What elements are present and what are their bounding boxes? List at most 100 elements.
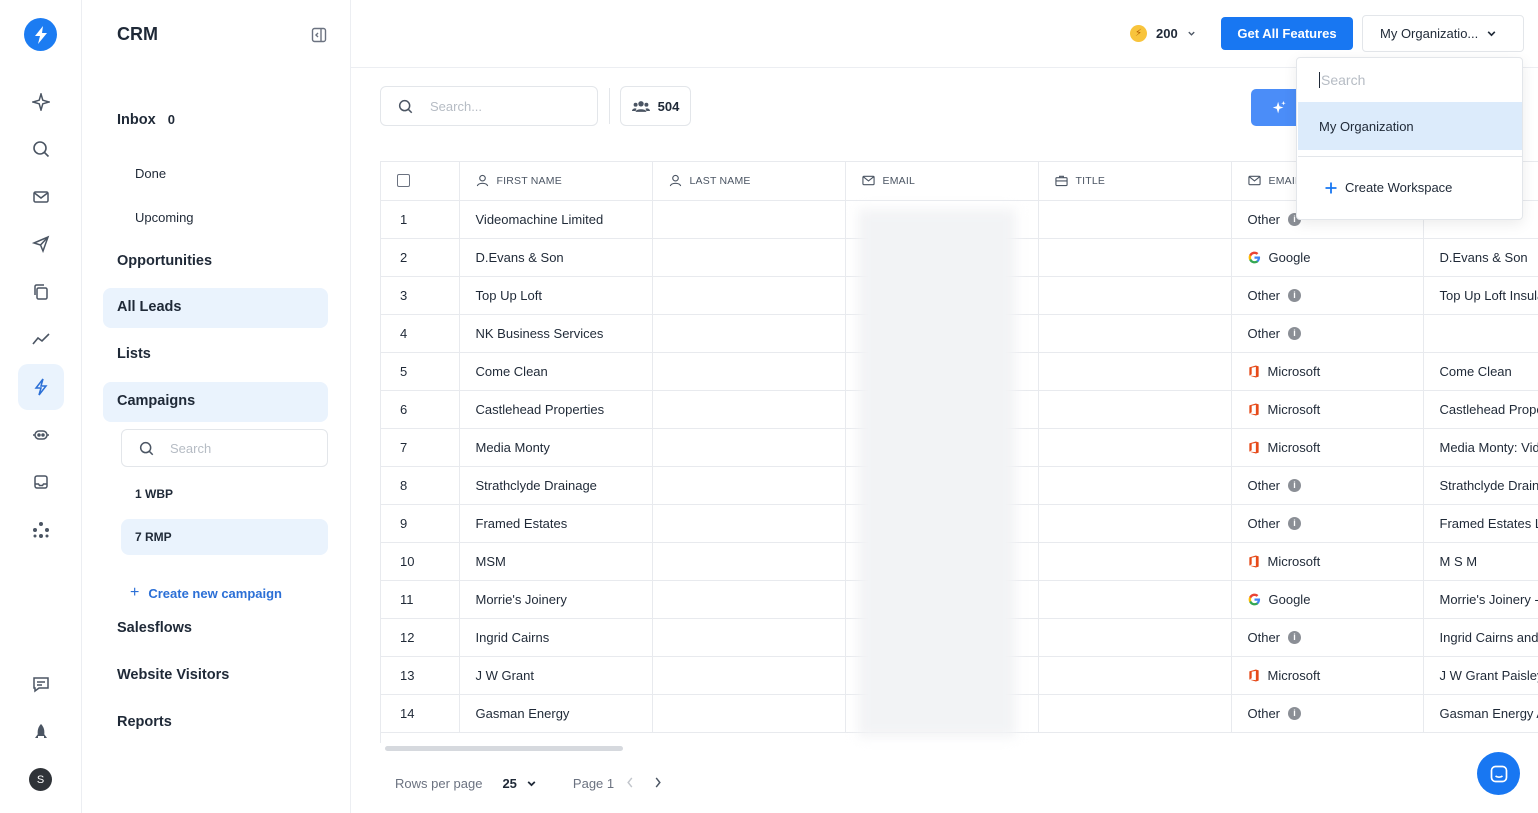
email-provider-cell[interactable]: Microsoft [1231,428,1424,467]
last-name-cell[interactable] [652,656,846,695]
info-icon[interactable]: i [1288,326,1302,340]
sidebar-item-inbox[interactable]: Inbox 0 [117,112,175,128]
select-all-checkbox[interactable] [397,174,410,188]
send-icon[interactable] [18,221,64,267]
collapse-sidebar-icon[interactable] [311,27,327,43]
last-name-cell[interactable] [652,618,846,657]
last-name-cell[interactable] [652,466,846,505]
title-cell[interactable] [1038,694,1232,733]
last-name-cell[interactable] [652,314,846,353]
title-cell[interactable] [1038,314,1232,353]
last-name-cell[interactable] [652,238,846,277]
rocket-icon[interactable] [18,709,64,755]
title-cell[interactable] [1038,466,1232,505]
first-name-cell[interactable]: Ingrid Cairns [459,618,653,657]
company-cell[interactable]: D.Evans & Son [1423,238,1538,277]
last-name-cell[interactable] [652,542,846,581]
previous-page-button[interactable] [626,776,634,791]
avatar[interactable]: S [29,768,52,791]
first-name-cell[interactable]: Castlehead Properties [459,390,653,429]
first-name-cell[interactable]: J W Grant [459,656,653,695]
info-icon[interactable]: i [1288,478,1302,492]
horizontal-scrollbar[interactable] [385,746,623,751]
column-header-email[interactable]: EMAIL [845,162,1039,201]
column-header-title[interactable]: TITLE [1038,162,1232,201]
column-header-last-name[interactable]: LAST NAME [652,162,846,201]
organization-select[interactable]: My Organizatio... [1362,15,1524,52]
first-name-cell[interactable]: Come Clean [459,352,653,391]
first-name-cell[interactable]: Videomachine Limited [459,200,653,239]
company-cell[interactable]: M S M [1423,542,1538,581]
first-name-cell[interactable]: Morrie's Joinery [459,580,653,619]
feedback-icon[interactable] [18,661,64,707]
first-name-cell[interactable]: Framed Estates [459,504,653,543]
title-cell[interactable] [1038,200,1232,239]
campaign-item-rmp[interactable]: 7 RMP [135,530,172,544]
chat-support-button[interactable] [1477,752,1520,795]
email-provider-cell[interactable]: Microsoft [1231,390,1424,429]
company-cell[interactable]: Ingrid Cairns and [1423,618,1538,657]
first-name-cell[interactable]: Top Up Loft [459,276,653,315]
info-icon[interactable]: i [1288,630,1302,644]
campaign-search-input[interactable]: Search [121,429,328,467]
company-cell[interactable]: J W Grant Paisley [1423,656,1538,695]
company-cell[interactable]: Top Up Loft Insula [1423,276,1538,315]
company-cell[interactable]: Gasman Energy A [1423,694,1538,733]
create-campaign-link[interactable]: + Create new campaign [130,584,282,602]
logo-bolt-icon[interactable] [24,18,57,51]
title-cell[interactable] [1038,618,1232,657]
last-name-cell[interactable] [652,504,846,543]
rows-per-page-select[interactable]: 25 [502,776,536,791]
sidebar-item-campaigns[interactable]: Campaigns [117,393,195,409]
last-name-cell[interactable] [652,352,846,391]
company-cell[interactable]: Morrie's Joinery - [1423,580,1538,619]
email-provider-cell[interactable]: Microsoft [1231,352,1424,391]
create-workspace-button[interactable]: Create Workspace [1325,180,1452,195]
title-cell[interactable] [1038,352,1232,391]
company-cell[interactable]: Strathclyde Drain [1423,466,1538,505]
last-name-cell[interactable] [652,390,846,429]
last-name-cell[interactable] [652,200,846,239]
sparkle-icon[interactable] [18,79,64,125]
bolt-icon[interactable] [18,364,64,410]
email-provider-cell[interactable]: Other i [1231,694,1424,733]
first-name-cell[interactable]: Media Monty [459,428,653,467]
info-icon[interactable]: i [1288,516,1302,530]
last-name-cell[interactable] [652,694,846,733]
email-provider-cell[interactable]: Google [1231,238,1424,277]
sidebar-item-upcoming[interactable]: Upcoming [135,210,194,225]
email-provider-cell[interactable]: Microsoft [1231,542,1424,581]
trend-icon[interactable] [18,316,64,362]
robot-icon[interactable] [18,411,64,457]
inbox-icon[interactable] [18,459,64,505]
company-cell[interactable]: Come Clean [1423,352,1538,391]
first-name-cell[interactable]: Strathclyde Drainage [459,466,653,505]
sidebar-item-lists[interactable]: Lists [117,346,151,362]
credits-menu[interactable]: ⚡ 200 [1130,25,1196,42]
lead-count-badge[interactable]: 504 [620,86,691,126]
sidebar-item-reports[interactable]: Reports [117,714,172,730]
info-icon[interactable]: i [1288,288,1302,302]
mail-icon[interactable] [18,174,64,220]
organization-search-input[interactable]: Search [1319,72,1365,88]
sidebar-item-all-leads[interactable]: All Leads [117,299,181,315]
title-cell[interactable] [1038,276,1232,315]
first-name-cell[interactable]: D.Evans & Son [459,238,653,277]
get-all-features-button[interactable]: Get All Features [1221,17,1353,50]
organization-option[interactable]: My Organization [1298,102,1522,150]
copy-icon[interactable] [18,269,64,315]
email-provider-cell[interactable]: Microsoft [1231,656,1424,695]
search-icon[interactable] [18,126,64,172]
company-cell[interactable]: Castlehead Prope [1423,390,1538,429]
title-cell[interactable] [1038,390,1232,429]
apps-icon[interactable] [18,507,64,553]
title-cell[interactable] [1038,542,1232,581]
sidebar-item-opportunities[interactable]: Opportunities [117,253,212,269]
company-cell[interactable]: Framed Estates L [1423,504,1538,543]
title-cell[interactable] [1038,428,1232,467]
sidebar-item-done[interactable]: Done [135,166,166,181]
first-name-cell[interactable]: NK Business Services [459,314,653,353]
campaign-item-wbp[interactable]: 1 WBP [135,487,173,501]
email-provider-cell[interactable]: Other i [1231,504,1424,543]
email-provider-cell[interactable]: Other i [1231,618,1424,657]
